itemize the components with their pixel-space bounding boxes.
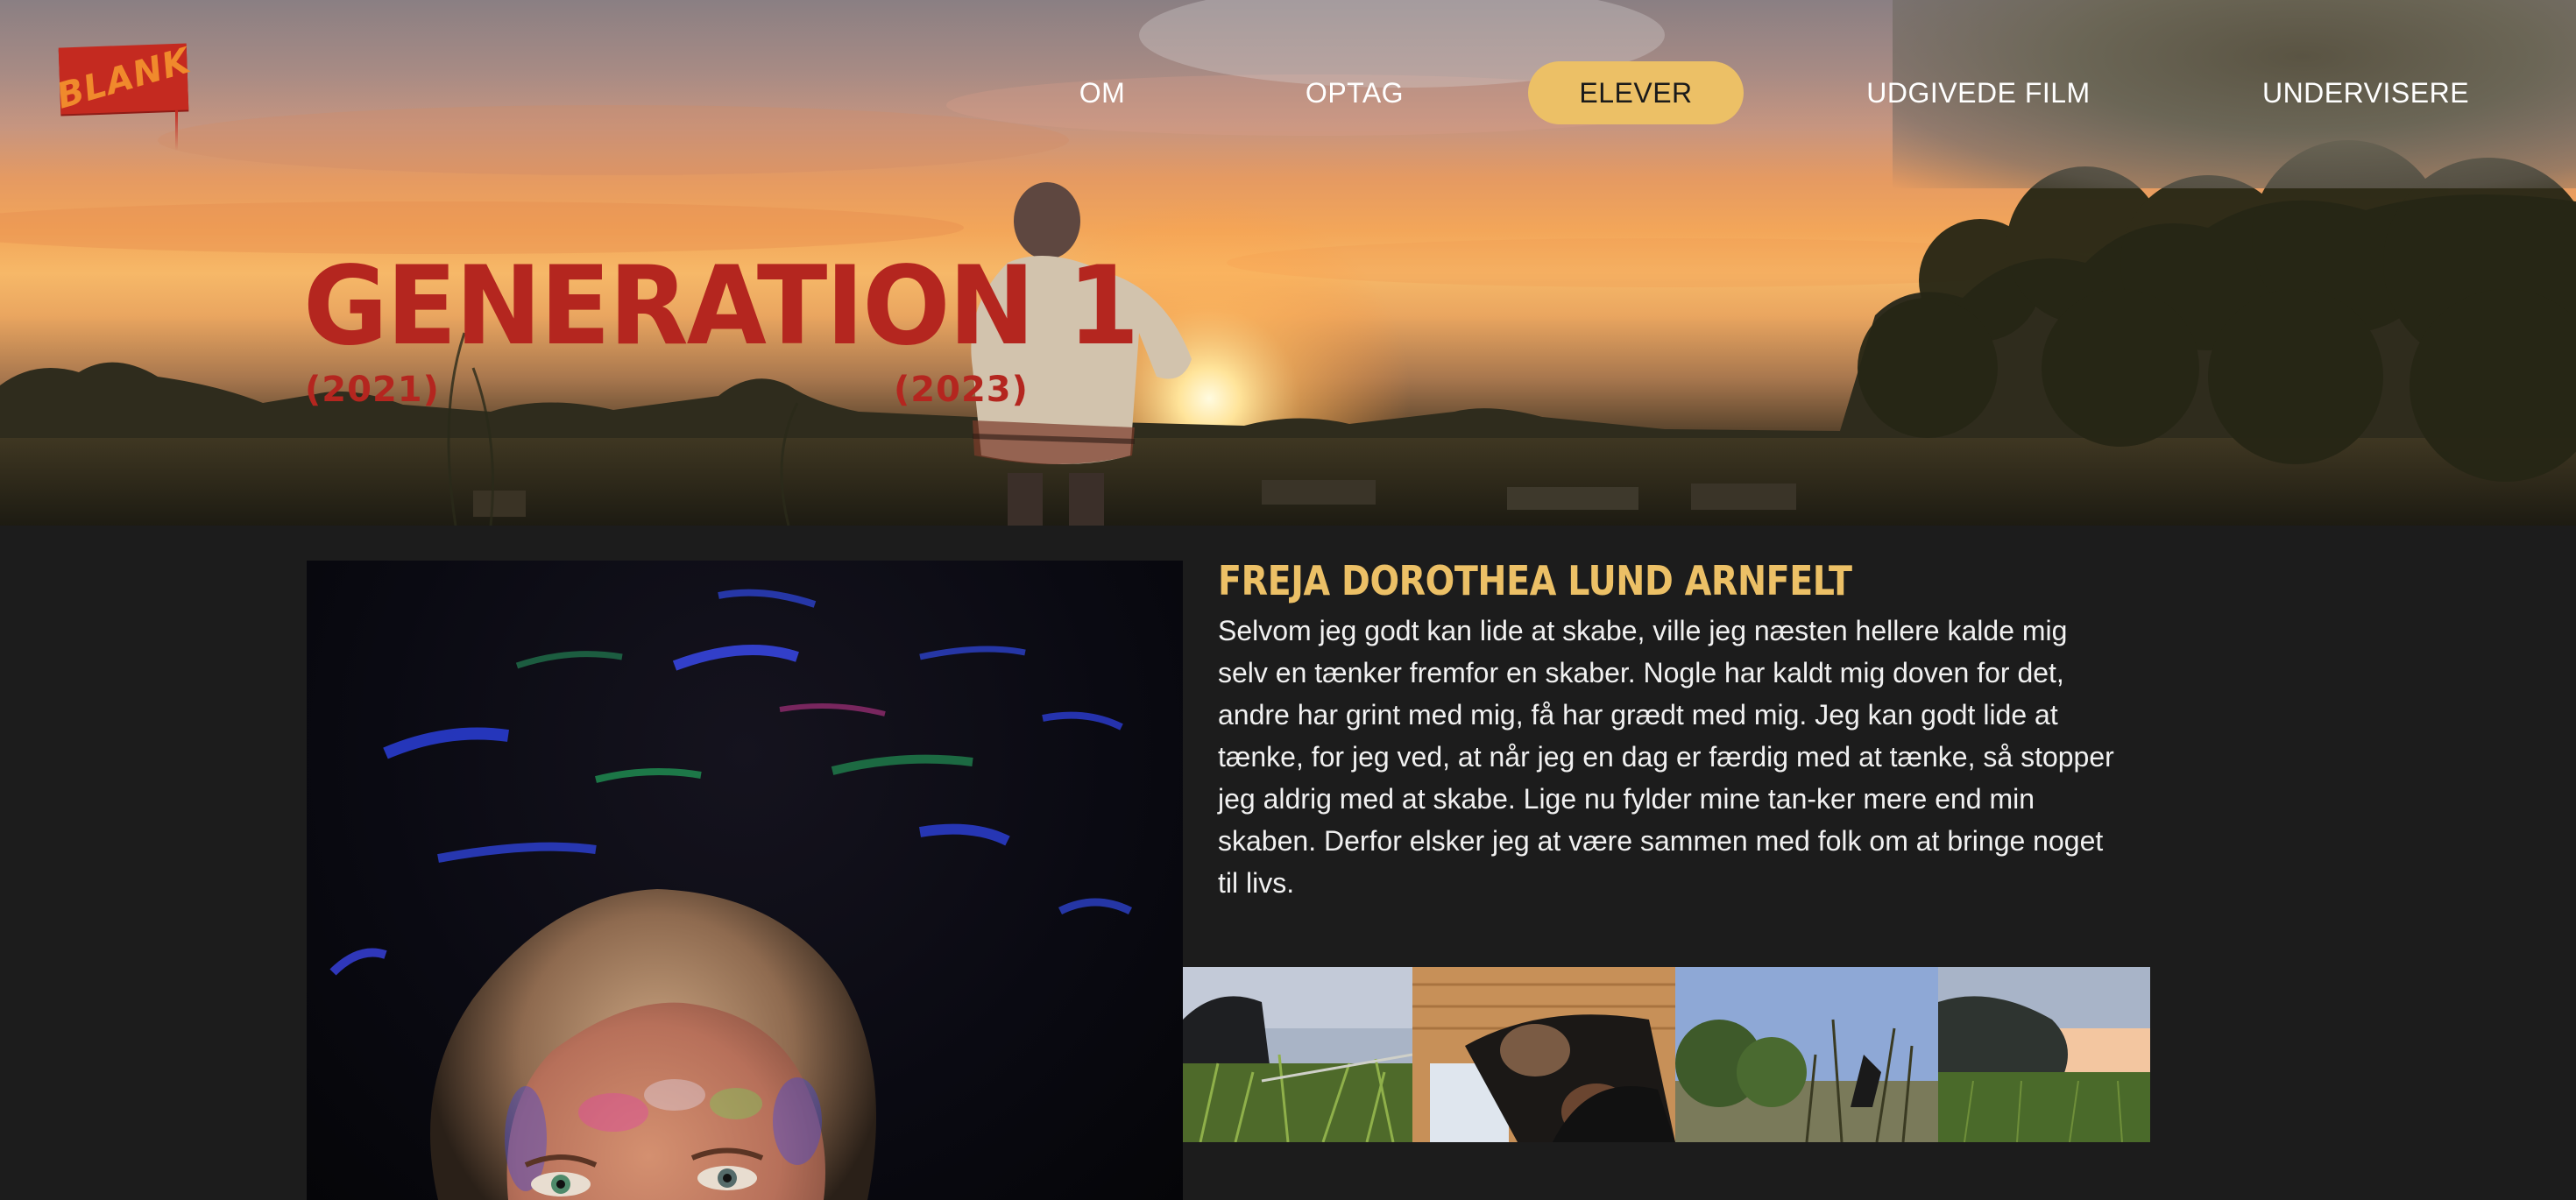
gallery-image[interactable]	[1183, 967, 1412, 1142]
nav-item-udgivede-film[interactable]: UDGIVEDE FILM	[1858, 61, 2099, 124]
gallery-image[interactable]	[1412, 967, 1675, 1142]
student-name: FREJA DOROTHEA LUND ARNFELT	[1218, 557, 1852, 604]
student-gallery	[1183, 967, 2150, 1142]
hero-title: GENERATION 1	[303, 242, 1139, 370]
student-bio: Selvom jeg godt kan lide at skabe, ville…	[1218, 615, 2114, 899]
nav-item-elever[interactable]: ELEVER	[1528, 61, 1744, 124]
main-nav: OM OPTAG ELEVER UDGIVEDE FILM UNDERVISER…	[0, 61, 2576, 124]
page: BLANK OM OPTAG ELEVER UDGIVEDE FILM UNDE…	[0, 0, 2576, 1200]
student-portrait	[307, 561, 1183, 1200]
gallery-image[interactable]	[1675, 967, 1938, 1142]
nav-item-undervisere[interactable]: UNDERVISERE	[2252, 61, 2480, 124]
hero-year-end: (2023)	[894, 370, 1029, 410]
nav-item-optag[interactable]: OPTAG	[1284, 61, 1425, 124]
gallery-image[interactable]	[1938, 967, 2150, 1142]
hero-year-start: (2021)	[305, 370, 440, 410]
nav-item-om[interactable]: OM	[1058, 61, 1146, 124]
